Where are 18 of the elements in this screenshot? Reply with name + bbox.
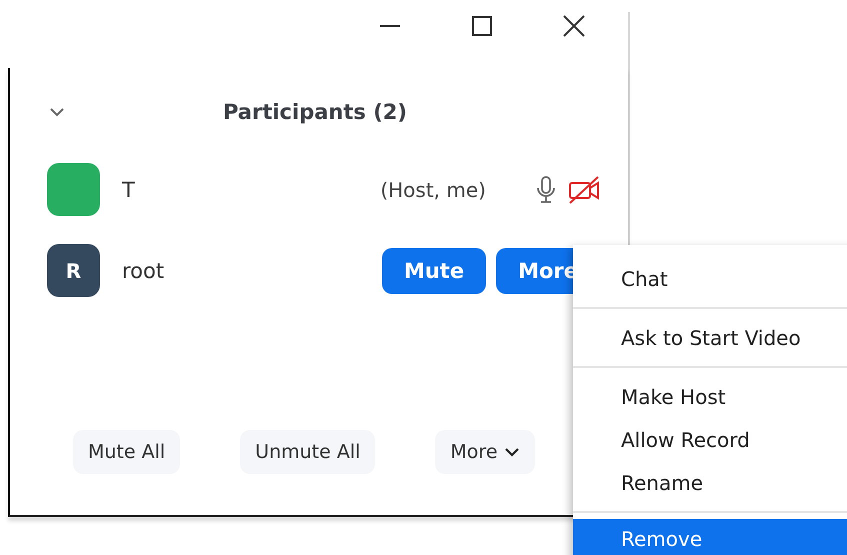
close-icon <box>563 14 585 36</box>
footer-button[interactable]: Unmute All <box>240 430 376 474</box>
participant-name: T <box>122 178 136 202</box>
participant-name: root <box>122 258 166 282</box>
maximize-icon <box>472 16 492 36</box>
menu-item[interactable]: Remove <box>573 519 847 555</box>
participant-action-button[interactable]: Mute <box>382 248 486 294</box>
menu-item[interactable]: Allow Record <box>573 418 847 461</box>
chevron-icon <box>48 106 66 118</box>
menu-item[interactable]: Rename <box>573 461 847 504</box>
avatar: R <box>47 244 100 297</box>
menu-item[interactable]: Ask to Start Video <box>573 316 847 359</box>
menu-item[interactable]: Make Host <box>573 375 847 418</box>
minimize-icon <box>380 24 400 26</box>
footer-button[interactable]: More <box>435 430 535 474</box>
participant-role: (Host, me) <box>380 178 486 202</box>
panel-title: Participants (2) <box>222 100 408 124</box>
footer-button[interactable]: Mute All <box>73 430 180 474</box>
